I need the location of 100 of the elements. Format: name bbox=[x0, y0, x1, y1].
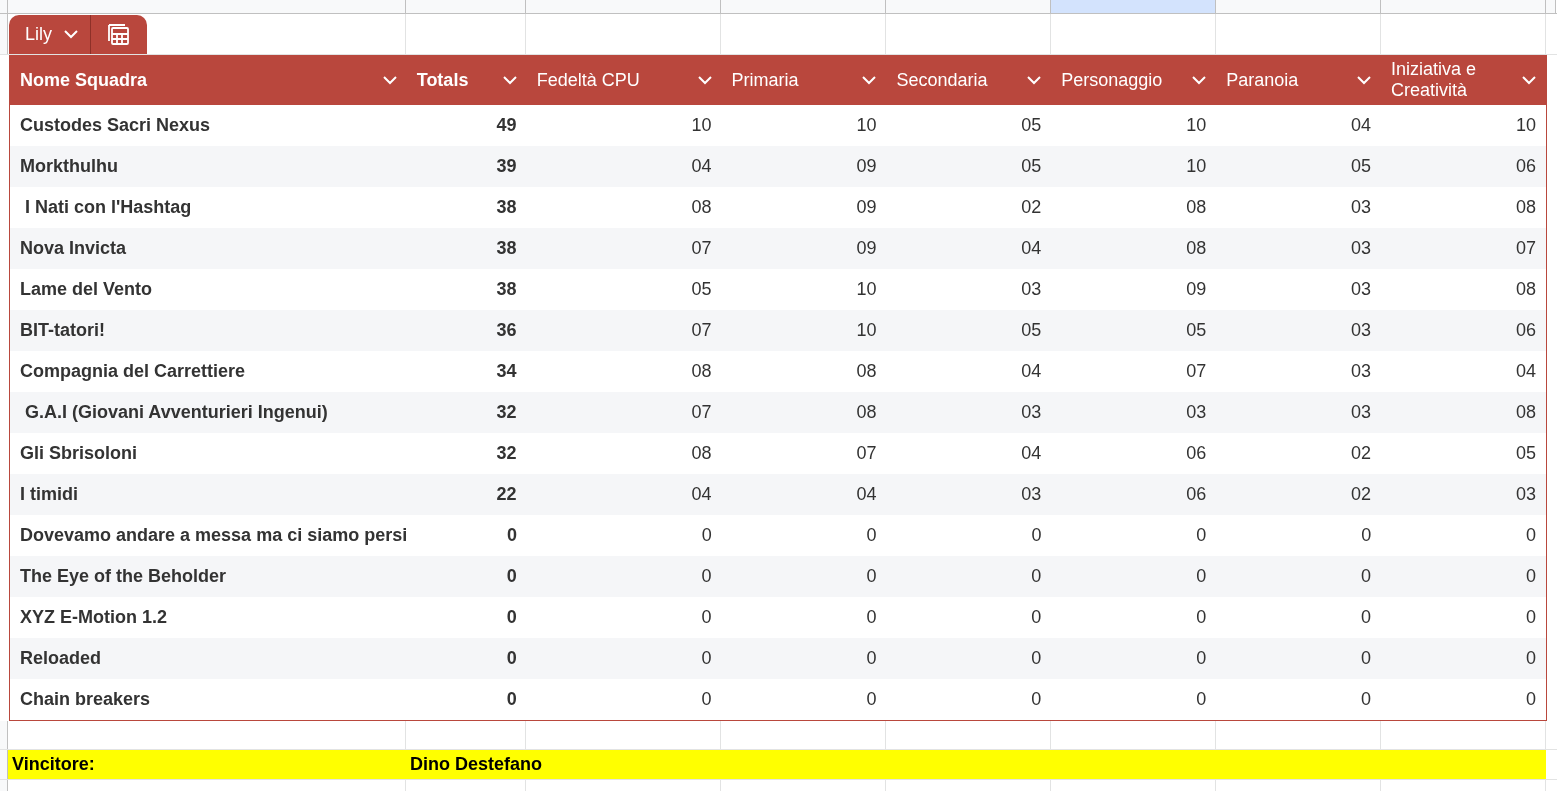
table-cell-text: 32 bbox=[495, 401, 518, 424]
column-title: Nome Squadra bbox=[20, 69, 148, 91]
row-header[interactable] bbox=[0, 721, 8, 749]
column-title: Personaggio bbox=[1061, 69, 1163, 91]
table-cell-text: 0 bbox=[865, 606, 878, 629]
table-cell-text: 08 bbox=[855, 360, 878, 383]
table-cell-text: 10 bbox=[855, 114, 878, 137]
table-cell-text: The Eye of the Beholder bbox=[19, 565, 228, 588]
chevron-down-icon[interactable] bbox=[1521, 75, 1536, 85]
table-cell-text: 05 bbox=[1020, 319, 1043, 342]
table-cell-text: Dovevamo andare a messa ma ci siamo persi bbox=[19, 524, 407, 547]
table-cell-text: 04 bbox=[1020, 360, 1043, 383]
chevron-down-icon[interactable] bbox=[64, 30, 78, 39]
column-header[interactable] bbox=[1216, 0, 1381, 13]
table-cell-text: 0 bbox=[700, 647, 713, 670]
table-cell-text: 0 bbox=[1195, 524, 1208, 547]
table-cell-text: 0 bbox=[1360, 688, 1373, 711]
calculator-icon[interactable] bbox=[107, 22, 131, 47]
table-cell-text: 07 bbox=[855, 442, 878, 465]
winner-label: Vincitore: bbox=[11, 753, 96, 776]
table-cell-text: 08 bbox=[690, 442, 713, 465]
table-cell-text: 03 bbox=[1350, 360, 1373, 383]
chevron-down-icon[interactable] bbox=[502, 75, 517, 85]
table-cell-text: 07 bbox=[690, 237, 713, 260]
table-cell-text: 0 bbox=[865, 688, 878, 711]
column-header[interactable] bbox=[526, 0, 721, 13]
chevron-down-icon[interactable] bbox=[1027, 75, 1042, 85]
table-cell-text: 03 bbox=[1514, 483, 1537, 506]
table-cell-text: 34 bbox=[495, 360, 518, 383]
table-cell-text: Lame del Vento bbox=[19, 278, 154, 301]
table-cell-text: 0 bbox=[505, 565, 518, 588]
table-cell-text: 0 bbox=[700, 524, 713, 547]
table-cell-text: 09 bbox=[1185, 278, 1208, 301]
table-cell-text: Nova Invicta bbox=[19, 237, 128, 260]
table-cell-text: BIT-tatori! bbox=[19, 319, 106, 342]
table-cell-text: 0 bbox=[1030, 606, 1043, 629]
table-cell-text: G.A.I (Giovani Avventurieri Ingenui) bbox=[24, 401, 329, 424]
table-cell-text: 0 bbox=[1524, 688, 1537, 711]
column-header[interactable] bbox=[1546, 0, 1556, 13]
chevron-down-icon[interactable] bbox=[1357, 75, 1372, 85]
table-cell-text: 0 bbox=[1195, 688, 1208, 711]
table-cell-text: Chain breakers bbox=[19, 688, 152, 711]
table-cell-text: 0 bbox=[1195, 565, 1208, 588]
table-cell-text: 07 bbox=[1185, 360, 1208, 383]
table-cell-text: Gli Sbrisoloni bbox=[19, 442, 138, 465]
table-cell-text: 0 bbox=[505, 606, 518, 629]
table-cell-text: 10 bbox=[690, 114, 713, 137]
table-cell-text: 08 bbox=[1514, 401, 1537, 424]
table-cell-text: 04 bbox=[1020, 442, 1043, 465]
table-cell-text: 0 bbox=[700, 606, 713, 629]
table-cell-text: 04 bbox=[1514, 360, 1537, 383]
table-cell-text: 38 bbox=[495, 237, 518, 260]
table-cell-text: 04 bbox=[1020, 237, 1043, 260]
column-header[interactable] bbox=[1051, 0, 1216, 13]
table-name-dropdown[interactable]: Lily bbox=[9, 15, 91, 54]
chevron-down-icon[interactable] bbox=[697, 75, 712, 85]
table-cell-text: 0 bbox=[865, 647, 878, 670]
table-cell-text: 07 bbox=[690, 319, 713, 342]
table-cell-text: 09 bbox=[855, 155, 878, 178]
table-cell-text: 0 bbox=[1030, 524, 1043, 547]
table-cell-text: 07 bbox=[1514, 237, 1537, 260]
row-header[interactable] bbox=[0, 750, 8, 779]
table-cell-text: 04 bbox=[690, 155, 713, 178]
table-cell-text: 22 bbox=[495, 483, 518, 506]
column-header[interactable] bbox=[406, 0, 526, 13]
table-cell-text: 10 bbox=[855, 278, 878, 301]
column-title: Fedeltà CPU bbox=[536, 69, 640, 91]
table-cell-text: 03 bbox=[1020, 401, 1043, 424]
winner-name: Dino Destefano bbox=[409, 753, 542, 776]
table-cell-text: 06 bbox=[1514, 319, 1537, 342]
table-cell-text: 32 bbox=[495, 442, 518, 465]
table-cell-text: 0 bbox=[1360, 606, 1373, 629]
chevron-down-icon[interactable] bbox=[382, 75, 397, 85]
table-cell-text: Reloaded bbox=[19, 647, 103, 670]
column-header[interactable] bbox=[721, 0, 886, 13]
corner-header[interactable] bbox=[0, 0, 8, 13]
table-cell-text: 10 bbox=[1185, 114, 1208, 137]
table-cell-text: 03 bbox=[1350, 196, 1373, 219]
table-cell-text: 0 bbox=[1524, 647, 1537, 670]
table-cell-text: 0 bbox=[1030, 565, 1043, 588]
table-cell-text: XYZ E-Motion 1.2 bbox=[19, 606, 168, 629]
table-cell-text: 03 bbox=[1020, 278, 1043, 301]
column-header[interactable] bbox=[886, 0, 1051, 13]
table-cell-text: 0 bbox=[1524, 565, 1537, 588]
table-cell-text: 0 bbox=[1030, 688, 1043, 711]
table-cell-text: 39 bbox=[495, 155, 518, 178]
table-cell-text: 0 bbox=[1195, 647, 1208, 670]
table-cell-text: 03 bbox=[1350, 319, 1373, 342]
table-cell-text: 38 bbox=[495, 278, 518, 301]
column-header[interactable] bbox=[8, 0, 406, 13]
table-cell-text: 07 bbox=[690, 401, 713, 424]
table-cell-text: 03 bbox=[1350, 278, 1373, 301]
table-cell-text: 05 bbox=[1020, 114, 1043, 137]
table-cell-text: 10 bbox=[1514, 114, 1537, 137]
column-header[interactable] bbox=[1381, 0, 1546, 13]
chevron-down-icon[interactable] bbox=[862, 75, 877, 85]
table-cell-text: 08 bbox=[1514, 196, 1537, 219]
table-cell-text: 0 bbox=[1030, 647, 1043, 670]
chevron-down-icon[interactable] bbox=[1192, 75, 1207, 85]
row-header[interactable] bbox=[0, 14, 8, 54]
